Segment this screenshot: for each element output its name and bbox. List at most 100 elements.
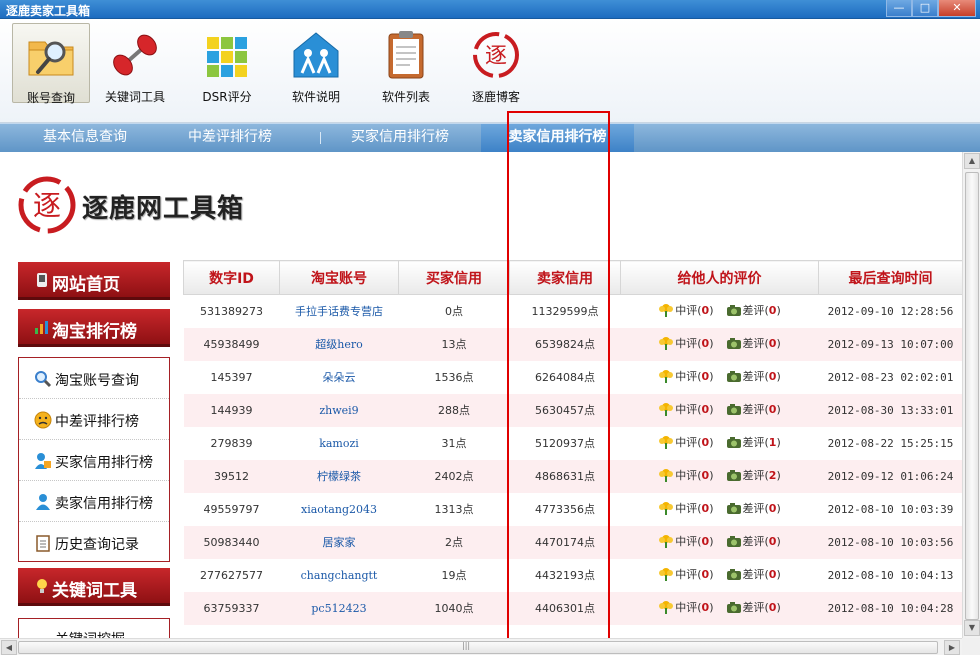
cell-account-link[interactable]: 朵朵云 [280,361,399,394]
toolbar-dsr-score[interactable]: DSR评分 [188,23,266,104]
phone-icon [37,273,47,287]
bad-review-count: 差评(0) [726,335,781,351]
nav-home[interactable]: 网站首页 [18,262,170,300]
nav-keyword-tools[interactable]: 关键词工具 [18,568,170,606]
col-header-reviews-given[interactable]: 给他人的评价 [620,260,819,295]
nav-item-history[interactable]: 历史查询记录 [19,522,169,563]
mid-review-count: 中评(0) [658,401,714,417]
toolbar-label: 逐鹿博客 [471,90,520,104]
table-row[interactable]: 63759337 pc512423 1040点 4406301点 中评(0) 差评(0) 2… [183,591,962,625]
cell-reviews-given: 中评(0) 差评(0) [620,525,819,559]
toolbar-label: 软件列表 [381,90,430,104]
col-header-account[interactable]: 淘宝账号 [279,260,399,295]
mid-review-label: 中评 [675,370,698,383]
nav-home-label: 网站首页 [52,275,120,295]
bad-review-icon [726,371,741,382]
cell-reviews-given: 中评(0) 差评(0) [620,327,819,361]
table-row[interactable]: 50983440 居家家 2点 4470174点 中评(0) 差评(0) 2012-08-1… [183,525,962,559]
toolbar-label: DSR评分 [202,90,252,104]
nav-taobao-ranking[interactable]: 淘宝排行榜 [18,309,170,347]
scroll-down-button[interactable]: ▼ [964,620,980,636]
cell-id: 145397 [210,370,253,384]
tab-basic-info[interactable]: 基本信息查询 [0,124,170,152]
cell-id: 49559797 [203,502,260,516]
table-row[interactable]: 531389273 手拉手话费专营店 0点 11329599点 中评(0) 差评(0) 20… [184,295,963,328]
vertical-scroll-thumb[interactable] [965,172,979,620]
scroll-up-button[interactable]: ▲ [964,153,980,169]
flower-icon [659,601,674,614]
col-header-last-query[interactable]: 最后查询时间 [818,260,962,295]
cell-account-link[interactable]: zhwei9 [279,393,399,427]
close-button[interactable]: ✕ [938,0,976,17]
scroll-right-button[interactable]: ▶ [944,640,960,655]
nav-item-account-query[interactable]: 淘宝账号查询 [19,358,169,399]
cell-account-link[interactable]: kamozi [280,427,399,460]
mid-review-label: 中评 [675,601,698,614]
content-area: 逐 逐鹿网工具箱 网站首页 淘宝排行榜 淘宝账号查询 中差评排行榜 买家信用排行… [0,152,962,638]
cell-last-query-time: 2012-09-13 10:07:00 [818,327,962,361]
col-header-seller-credit[interactable]: 卖家信用 [509,260,621,295]
nav-ranking-label: 淘宝排行榜 [52,322,137,342]
col-header-buyer-credit[interactable]: 买家信用 [398,260,510,295]
col-header-id[interactable]: 数字ID [183,260,280,295]
bad-review-label: 差评 [742,502,765,515]
nav-item-keyword-mining[interactable]: 关键词挖掘 [18,618,170,638]
bad-review-number: 0 [768,369,777,383]
bad-review-number: 0 [768,501,777,515]
seal-glyph: 逐 [485,44,507,69]
cell-last-query-time: 2012-09-10 12:28:56 [827,304,954,318]
table-row[interactable]: 279839 kamozi 31点 5120937点 中评(0) 差评(1) 2012-08… [184,427,963,460]
bad-review-count: 差评(0) [726,599,781,615]
cell-account-link[interactable]: 居家家 [279,525,399,559]
nav-item-buyer-ranking[interactable]: 买家信用排行榜 [19,440,169,481]
cell-buyer-credit: 13点 [398,327,510,361]
mid-review-number: 0 [701,534,710,548]
table-row[interactable]: 45938499 超级hero 13点 6539824点 中评(0) 差评(0) 2012-… [183,327,962,361]
toolbar-label: 账号查询 [26,91,75,105]
cell-account-link[interactable]: pc512423 [279,591,399,625]
tab-mid-bad-ranking[interactable]: 中差评排行榜 [160,124,300,152]
table-row[interactable]: 144939 zhwei9 288点 5630457点 中评(0) 差评(0) 2012-0… [183,393,962,427]
table-row[interactable]: 277627577 changchangtt 19点 4432193点 中评(0) 差评(… [184,559,963,592]
minimize-button[interactable]: — [886,0,912,17]
cell-buyer-credit: 288点 [398,393,510,427]
mid-review-label: 中评 [675,436,698,449]
tab-seller-credit-ranking[interactable]: 卖家信用排行榜 [481,124,634,152]
cell-account-link[interactable]: 手拉手话费专营店 [280,295,399,328]
magnifier-icon [35,371,52,388]
bad-review-icon [726,536,741,547]
cell-account-link[interactable]: xiaotang2043 [280,493,399,526]
table-row[interactable]: 49559797 xiaotang2043 1313点 4773356点 中评(0) 差评… [184,493,963,526]
cell-account-link[interactable]: changchangtt [280,559,399,592]
mid-review-count: 中评(0) [658,302,714,318]
seller-icon [36,494,50,510]
cell-account-link[interactable]: 柠檬绿茶 [279,459,399,493]
cell-account-link[interactable]: 超级hero [279,327,399,361]
nav-item-mid-bad-ranking[interactable]: 中差评排行榜 [19,399,169,440]
mid-review-label: 中评 [675,403,698,416]
clipboard-icon [388,31,424,79]
maximize-button[interactable]: □ [912,0,938,17]
toolbar-software-guide[interactable]: 软件说明 [277,23,355,104]
mid-review-number: 0 [701,468,710,482]
nav-item-seller-ranking[interactable]: 卖家信用排行榜 [19,481,169,522]
bad-review-count: 差评(0) [726,566,781,582]
mid-review-count: 中评(0) [658,467,714,483]
horizontal-scrollbar[interactable]: ◀ ||| ▶ [0,638,962,655]
toolbar-account-query[interactable]: 账号查询 [12,23,90,105]
toolbar-keyword-tool[interactable]: 关键词工具 [96,23,174,104]
tab-buyer-credit-ranking[interactable]: 买家信用排行榜 [330,124,470,152]
mid-review-label: 中评 [675,535,698,548]
table-row[interactable]: 39512 柠檬绿茶 2402点 4868631点 中评(0) 差评(2) 2012-09-… [183,459,962,493]
bad-review-count: 差评(1) [726,434,781,450]
tab-separator [320,132,321,144]
scroll-left-button[interactable]: ◀ [1,640,17,655]
table-row[interactable]: 145397 朵朵云 1536点 6264084点 中评(0) 差评(0) 2012-08-… [184,361,963,394]
toolbar-blog[interactable]: 逐 逐鹿博客 [457,23,535,104]
cell-id: 45938499 [183,327,280,361]
toolbar-software-list[interactable]: 软件列表 [367,23,445,104]
nav-item-label: 卖家信用排行榜 [55,496,153,512]
mid-review-number: 0 [701,567,710,581]
vertical-scrollbar[interactable]: ▲ ▼ [962,152,980,638]
horizontal-scroll-thumb[interactable] [18,641,938,654]
